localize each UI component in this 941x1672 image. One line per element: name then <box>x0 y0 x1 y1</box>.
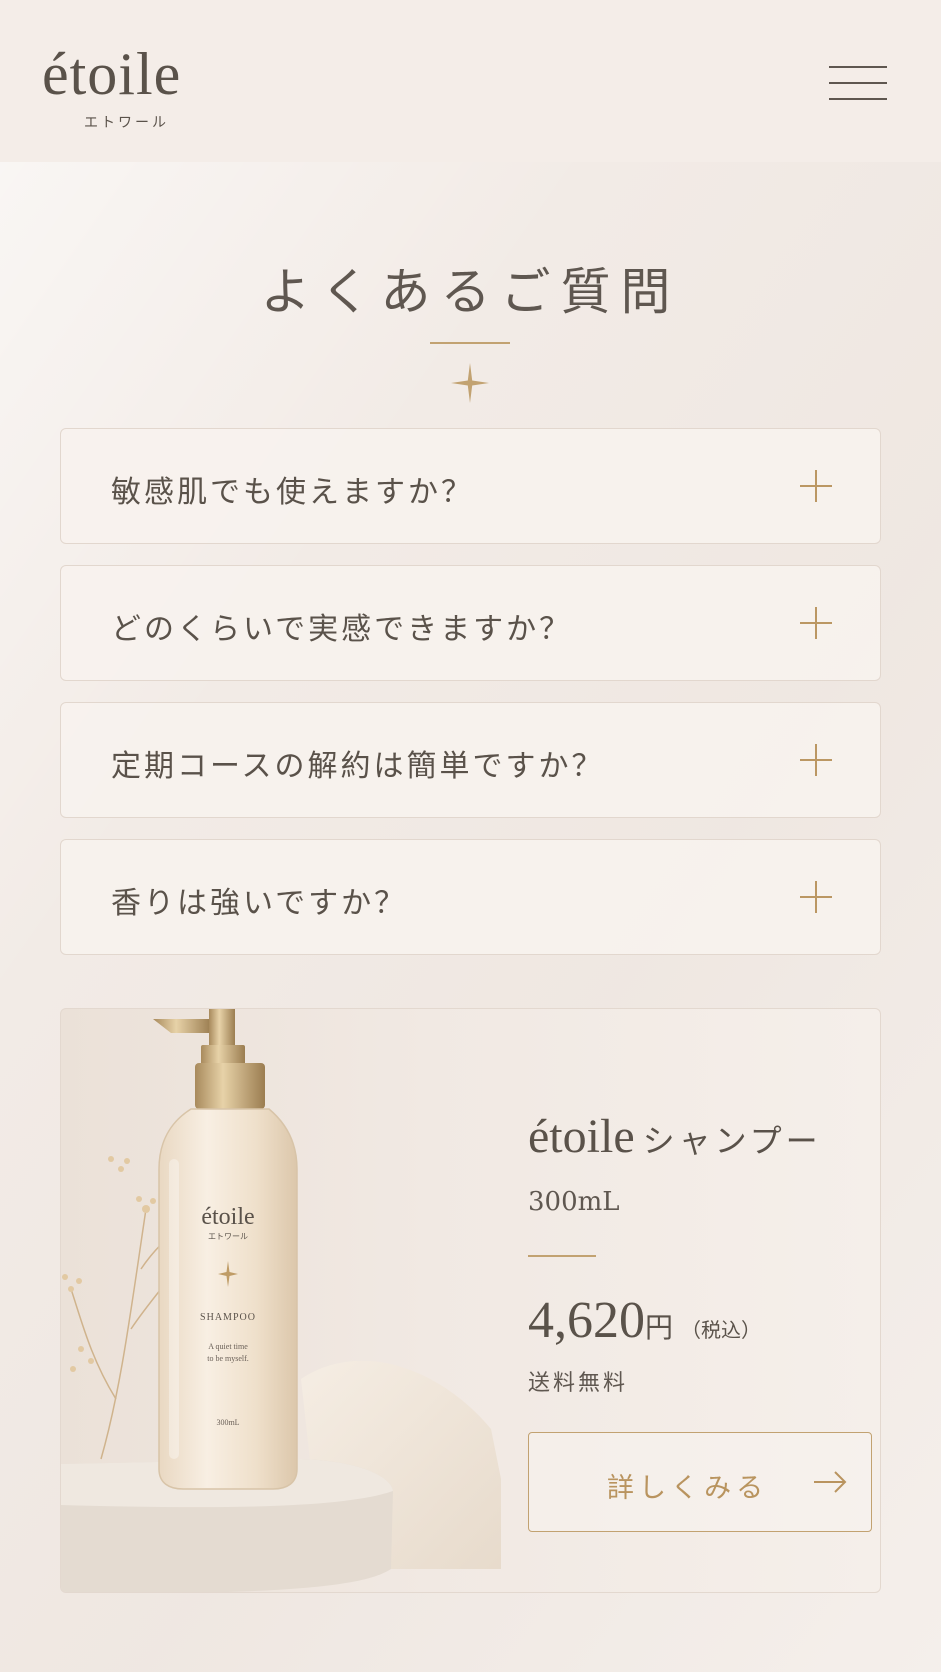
logo-katakana: エトワール <box>84 115 169 131</box>
faq-item[interactable]: 香りは強いですか？ <box>60 839 881 955</box>
faq-question: どのくらいで実感できますか？ <box>111 612 573 647</box>
faq-item[interactable]: 敏感肌でも使えますか？ <box>60 428 881 544</box>
shipping-note: 送料無料 <box>528 1371 629 1396</box>
product-card: étoile エトワール SHAMPOO A quiet time to be … <box>60 1008 881 1593</box>
sparkle-icon <box>451 363 489 403</box>
hamburger-menu-icon[interactable] <box>829 62 887 104</box>
view-details-button[interactable]: 詳しくみる <box>528 1432 872 1532</box>
price-value: 4,620 <box>528 1292 645 1349</box>
price-currency: 円 <box>645 1311 674 1344</box>
title-divider <box>430 342 510 344</box>
faq-item[interactable]: 定期コースの解約は簡単ですか？ <box>60 702 881 818</box>
plus-icon[interactable] <box>800 744 832 776</box>
bottle-label-brand-sub: エトワール <box>208 1232 248 1241</box>
faq-question: 定期コースの解約は簡単ですか？ <box>111 749 605 784</box>
product-name: étoile シャンプー <box>528 1109 822 1164</box>
bottle-label-tagline-2: to be myself. <box>207 1354 249 1363</box>
product-type: シャンプー <box>642 1122 822 1160</box>
price-tax-note: （税込） <box>681 1318 762 1342</box>
product-volume: 300mL <box>528 1187 620 1217</box>
faq-title: よくあるご質問 <box>260 263 681 321</box>
product-bottle-image: étoile エトワール SHAMPOO A quiet time to be … <box>61 1009 501 1592</box>
faq-question: 敏感肌でも使えますか？ <box>111 475 474 510</box>
plus-icon[interactable] <box>800 470 832 502</box>
faq-question: 香りは強いですか？ <box>111 886 408 921</box>
product-brand: étoile <box>528 1110 635 1163</box>
site-header: étoile エトワール <box>0 0 941 162</box>
bottle-label-tagline-1: A quiet time <box>208 1342 248 1351</box>
logo-wordmark: étoile <box>42 41 182 107</box>
bottle-label-brand: étoile <box>201 1204 254 1230</box>
faq-item[interactable]: どのくらいで実感できますか？ <box>60 565 881 681</box>
bottle-label-type: SHAMPOO <box>200 1312 256 1323</box>
view-details-label: 詳しくみる <box>607 1473 769 1504</box>
price-divider <box>528 1255 596 1257</box>
bottle-label-volume: 300mL <box>216 1418 239 1427</box>
plus-icon[interactable] <box>800 607 832 639</box>
site-logo[interactable]: étoile エトワール <box>42 41 242 131</box>
arrow-right-icon <box>814 1471 847 1493</box>
plus-icon[interactable] <box>800 881 832 913</box>
product-price: 4,620円 （税込） <box>528 1291 761 1350</box>
